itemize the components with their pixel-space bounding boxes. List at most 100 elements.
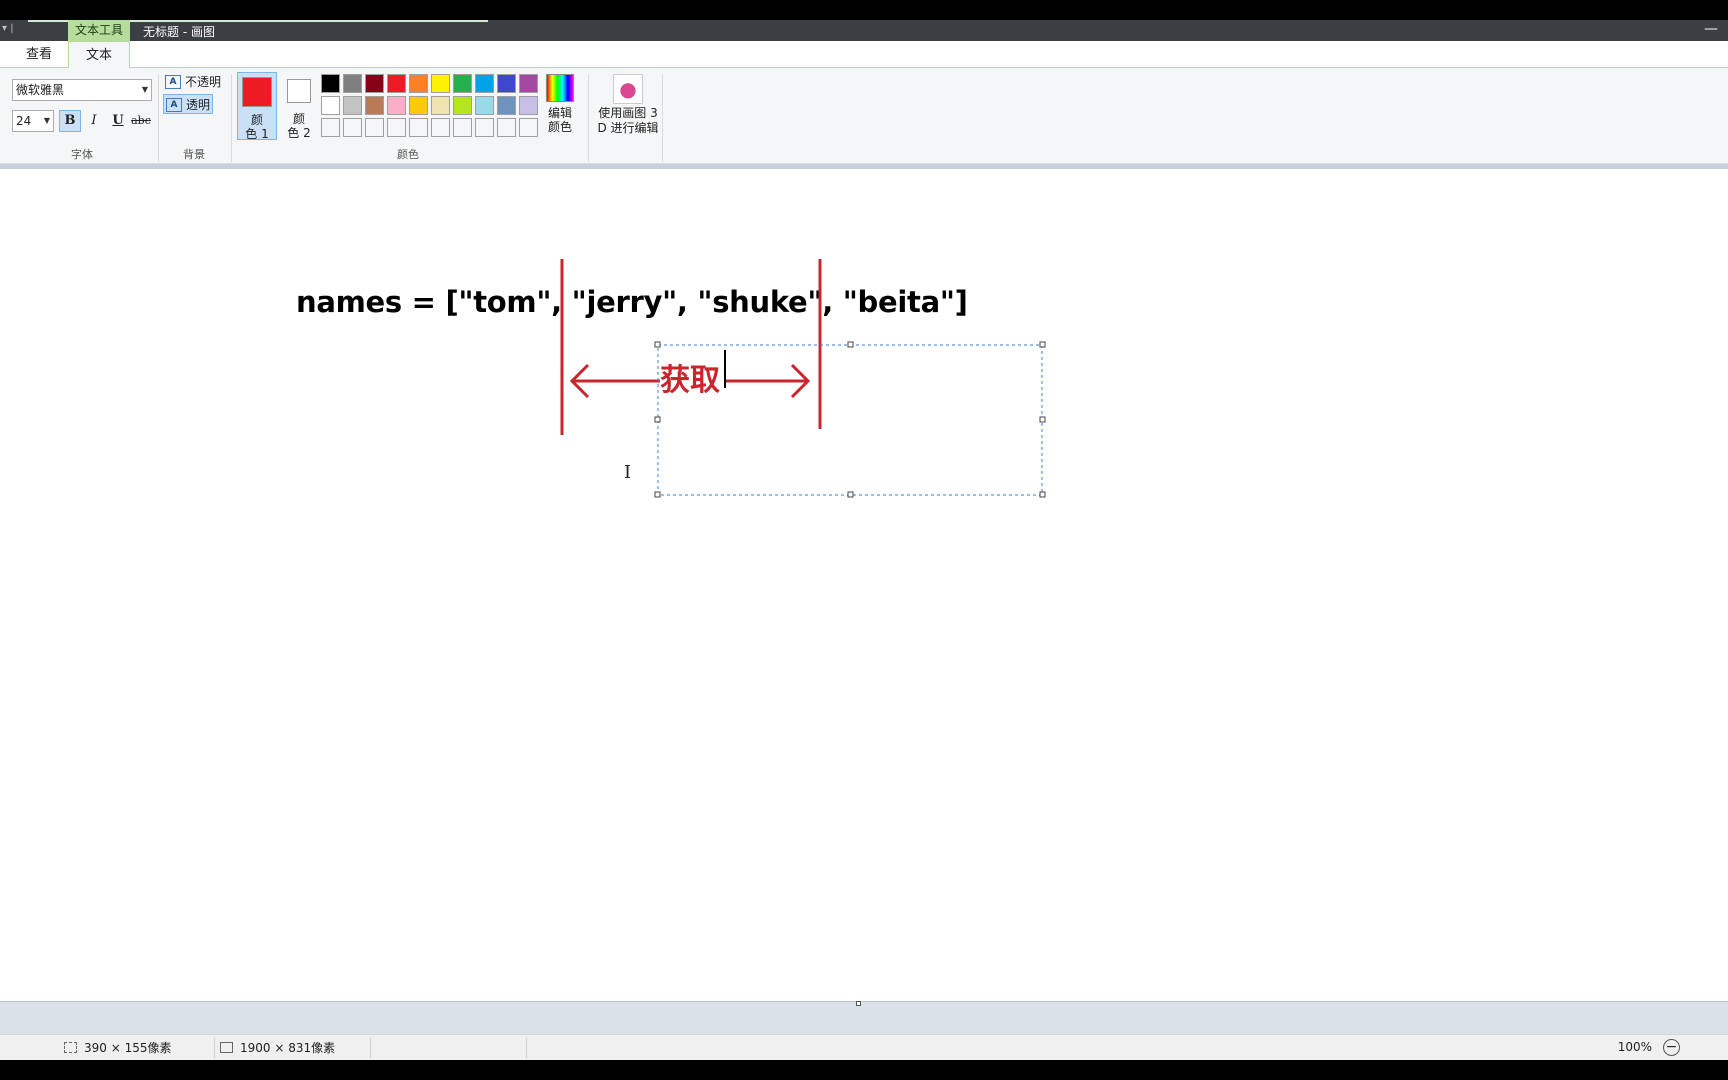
zoom-out-button[interactable]: −: [1663, 1039, 1680, 1056]
drawing-canvas[interactable]: names = ["tom", "jerry", "shuke", "beita…: [0, 169, 1728, 1001]
canvas-size-icon: [220, 1042, 233, 1053]
selection-size-status: 390 × 155像素: [64, 1040, 172, 1056]
annotation-text[interactable]: 获取: [660, 355, 720, 399]
palette-swatch[interactable]: [497, 74, 516, 93]
canvas-resize-handle[interactable]: [856, 1001, 861, 1006]
canvas-bottom-area: [0, 1001, 1728, 1034]
canvas-size-text: 1900 × 831像素: [240, 1041, 336, 1055]
color2-button[interactable]: 颜 色 2: [279, 72, 319, 140]
palette-swatch[interactable]: [387, 74, 406, 93]
tab-view[interactable]: 查看: [18, 41, 60, 68]
status-divider: [370, 1038, 371, 1058]
quick-access-dropdown-icon[interactable]: ▾ |: [2, 23, 26, 39]
selection-handle[interactable]: [654, 341, 661, 348]
palette-swatch[interactable]: [519, 118, 538, 137]
group-divider: [158, 74, 159, 162]
status-divider: [214, 1038, 215, 1058]
transparent-icon: A: [166, 98, 182, 112]
transparent-option[interactable]: A 透明: [163, 94, 213, 114]
color1-button[interactable]: 颜 色 1: [237, 72, 277, 141]
group-divider: [662, 74, 663, 162]
palette-swatch[interactable]: [321, 118, 340, 137]
palette-swatch[interactable]: [321, 96, 340, 115]
palette-swatch[interactable]: [475, 74, 494, 93]
palette-swatch[interactable]: [409, 96, 428, 115]
font-size-select[interactable]: 24 ▼: [12, 110, 54, 132]
palette-swatch[interactable]: [365, 118, 384, 137]
palette-swatch[interactable]: [409, 74, 428, 93]
palette-swatch[interactable]: [497, 118, 516, 137]
palette-swatch[interactable]: [519, 74, 538, 93]
selection-handle[interactable]: [654, 491, 661, 498]
font-name-select[interactable]: 微软雅黑 ▼: [12, 79, 152, 101]
bold-button[interactable]: B: [59, 110, 81, 132]
ribbon: 微软雅黑 ▼ 24 ▼ B I U abc 字体 A 不透明 A 透明 背景 颜…: [0, 68, 1728, 164]
underline-button[interactable]: U: [107, 110, 129, 132]
selection-handle[interactable]: [1039, 491, 1046, 498]
edit-colors-label-a: 编辑: [547, 106, 572, 120]
color2-label-b: 色 2: [287, 126, 311, 140]
zoom-level: 100%: [1617, 1040, 1652, 1054]
palette-swatch[interactable]: [321, 74, 340, 93]
chevron-down-icon: ▼: [141, 85, 148, 94]
palette-swatch[interactable]: [475, 118, 494, 137]
selection-size-icon: [64, 1042, 77, 1053]
palette-swatch[interactable]: [343, 96, 362, 115]
font-name-value: 微软雅黑: [16, 83, 65, 97]
tab-text[interactable]: 文本: [68, 41, 130, 69]
text-caret: [724, 350, 726, 388]
background-group-label: 背景: [183, 148, 205, 161]
strikethrough-button[interactable]: abc: [130, 110, 152, 132]
color2-swatch: [287, 79, 311, 103]
palette-swatch[interactable]: [453, 118, 472, 137]
opaque-label: 不透明: [185, 75, 222, 89]
palette-swatch[interactable]: [431, 96, 450, 115]
status-bar: 390 × 155像素 1900 × 831像素 100% −: [0, 1034, 1728, 1060]
palette-swatch[interactable]: [519, 96, 538, 115]
color2-label-a: 颜: [292, 112, 305, 126]
edit-colors-button[interactable]: 编辑 颜色: [540, 72, 580, 142]
ibeam-cursor-icon: I: [624, 462, 632, 483]
rainbow-icon: [546, 74, 574, 102]
screen-bottom-edge: [0, 1060, 1728, 1080]
palette-swatch[interactable]: [365, 74, 384, 93]
window-title: 无标题 - 画图: [143, 25, 215, 39]
palette-swatch[interactable]: [453, 74, 472, 93]
edit-with-paint3d-button[interactable]: ● 使用画图 3 D 进行编辑: [592, 72, 664, 142]
edit-colors-label-b: 颜色: [547, 120, 572, 134]
color1-label-b: 色 1: [245, 127, 269, 141]
paint-window: ▾ | 文本工具 无标题 - 画图 — 查看 文本 微软雅黑 ▼ 24 ▼ B …: [0, 0, 1728, 1080]
palette-swatch[interactable]: [387, 96, 406, 115]
palette-swatch[interactable]: [409, 118, 428, 137]
italic-button[interactable]: I: [83, 110, 105, 132]
opaque-icon: A: [165, 75, 181, 89]
selection-handle[interactable]: [847, 491, 854, 498]
palette-swatch[interactable]: [497, 96, 516, 115]
palette-swatch[interactable]: [387, 118, 406, 137]
selection-size-text: 390 × 155像素: [84, 1041, 172, 1055]
palette-swatch[interactable]: [431, 118, 450, 137]
font-group-label: 字体: [71, 148, 93, 161]
opaque-option[interactable]: A 不透明: [163, 72, 225, 92]
text-tools-context-tab: 文本工具: [68, 20, 130, 41]
palette-swatch[interactable]: [365, 96, 384, 115]
canvas-size-status: 1900 × 831像素: [220, 1040, 335, 1056]
selection-handle[interactable]: [654, 416, 661, 423]
palette-swatch[interactable]: [343, 118, 362, 137]
selection-handle[interactable]: [1039, 416, 1046, 423]
title-bar: ▾ | 文本工具 无标题 - 画图 —: [0, 20, 1728, 41]
canvas-annotations: [560, 259, 1046, 498]
font-size-value: 24: [16, 114, 32, 128]
selection-handle[interactable]: [1039, 341, 1046, 348]
selection-handle[interactable]: [847, 341, 854, 348]
palette-swatch[interactable]: [343, 74, 362, 93]
chevron-down-icon: ▼: [43, 116, 50, 125]
transparent-label: 透明: [186, 98, 211, 112]
palette-swatch[interactable]: [475, 96, 494, 115]
palette-swatch[interactable]: [453, 96, 472, 115]
palette-swatch[interactable]: [431, 74, 450, 93]
status-divider: [526, 1038, 527, 1058]
color1-swatch: [242, 77, 272, 107]
group-divider: [588, 74, 589, 162]
minimize-button[interactable]: —: [1704, 21, 1718, 37]
